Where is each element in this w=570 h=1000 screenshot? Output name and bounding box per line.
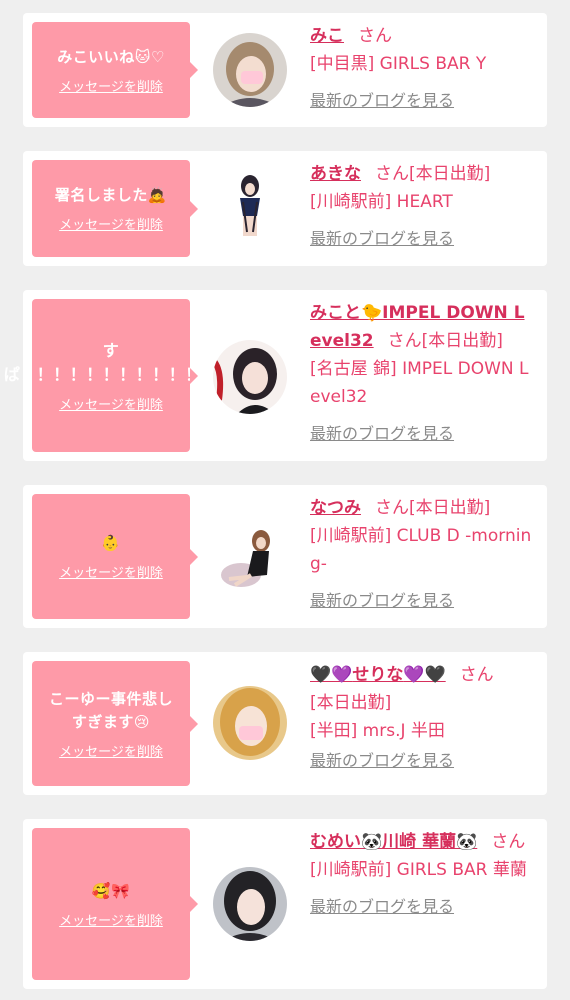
message-text: すぱ！！！！！！！！！！！！ bbox=[3, 340, 219, 384]
cast-name-link[interactable]: なつみ bbox=[310, 498, 361, 518]
message-text: 🥰🎀 bbox=[91, 881, 131, 900]
message-text: こーゆー事件悲しすぎます😢 bbox=[48, 689, 173, 731]
cast-info: なつみ さん[本日出勤] [川崎駅前] CLUB D -morning- 最新のブ… bbox=[310, 494, 533, 615]
avatar[interactable] bbox=[213, 340, 287, 414]
cast-name-link[interactable]: 🖤💜せりな💜🖤 bbox=[310, 665, 446, 685]
san-label: さん bbox=[387, 331, 422, 351]
message-text: みこいいね🐱♡ bbox=[57, 47, 165, 66]
message-text: 👶 bbox=[101, 534, 121, 552]
message-bubble: 🥰🎀 メッセージを削除 bbox=[32, 828, 198, 980]
delete-message-link[interactable]: メッセージを削除 bbox=[59, 910, 163, 929]
shop-name: [名古屋 錦] IMPEL DOWN Level32 bbox=[310, 359, 529, 407]
message-text: 署名しました🙇 bbox=[54, 186, 168, 204]
avatar[interactable] bbox=[213, 33, 287, 107]
attendance-status: [本日出勤] bbox=[421, 331, 503, 351]
delete-message-link[interactable]: メッセージを削除 bbox=[59, 741, 163, 760]
shop-name: [半田] mrs.J 半田 bbox=[310, 721, 445, 741]
message-bubble: 署名しました🙇 メッセージを削除 bbox=[32, 160, 198, 257]
latest-blog-link[interactable]: 最新のブログを見る bbox=[310, 225, 454, 253]
avatar[interactable] bbox=[213, 519, 287, 593]
delete-message-link[interactable]: メッセージを削除 bbox=[59, 214, 163, 233]
message-bubble: 👶 メッセージを削除 bbox=[32, 494, 198, 619]
latest-blog-link[interactable]: 最新のブログを見る bbox=[310, 747, 454, 775]
cast-name-link[interactable]: みこ bbox=[310, 26, 344, 46]
shop-name: [中目黒] GIRLS BAR Y bbox=[310, 54, 487, 74]
cast-info: みこと🐤IMPEL DOWN Level32 さん[本日出勤] [名古屋 錦] I… bbox=[310, 299, 533, 448]
cast-info: 🖤💜せりな💜🖤 さん [本日出勤] [半田] mrs.J 半田 最新のブログを見る bbox=[310, 661, 533, 775]
heart-emoji: 🖤💜 bbox=[310, 665, 353, 685]
attendance-status: [本日出勤] bbox=[409, 498, 491, 518]
message-bubble: すぱ！！！！！！！！！！！！ メッセージを削除 bbox=[4, 299, 218, 452]
message-bubble: こーゆー事件悲しすぎます😢 メッセージを削除 bbox=[32, 661, 198, 786]
san-label: さん bbox=[358, 26, 392, 46]
avatar[interactable] bbox=[213, 867, 287, 941]
message-card: 署名しました🙇 メッセージを削除 あきな さん[本日出勤] [川崎駅前] HEAR… bbox=[23, 151, 547, 266]
delete-message-link[interactable]: メッセージを削除 bbox=[59, 394, 163, 413]
san-label: さん bbox=[459, 665, 494, 685]
latest-blog-link[interactable]: 最新のブログを見る bbox=[310, 420, 454, 448]
attendance-status: [本日出勤] bbox=[409, 164, 491, 184]
san-label: さん bbox=[375, 498, 409, 518]
cast-info: みこ さん [中目黒] GIRLS BAR Y 最新のブログを見る bbox=[310, 22, 533, 115]
cast-name-link[interactable]: むめい🐼川崎 華蘭🐼 bbox=[310, 832, 477, 852]
san-label: さん bbox=[375, 164, 409, 184]
message-bubble: みこいいね🐱♡ メッセージを削除 bbox=[32, 22, 198, 118]
delete-message-link[interactable]: メッセージを削除 bbox=[59, 562, 163, 581]
message-card: こーゆー事件悲しすぎます😢 メッセージを削除 🖤💜せりな💜🖤 さん [本日出勤] … bbox=[23, 652, 547, 795]
avatar[interactable] bbox=[213, 172, 287, 246]
cast-name-text: せりな bbox=[352, 665, 404, 685]
shop-name: [川崎駅前] HEART bbox=[310, 192, 453, 212]
delete-message-link[interactable]: メッセージを削除 bbox=[59, 76, 163, 95]
shop-name: [川崎駅前] CLUB D -morning- bbox=[310, 526, 532, 574]
cast-name-link[interactable]: あきな bbox=[310, 164, 361, 184]
latest-blog-link[interactable]: 最新のブログを見る bbox=[310, 587, 454, 615]
latest-blog-link[interactable]: 最新のブログを見る bbox=[310, 893, 454, 921]
message-card: すぱ！！！！！！！！！！！！ メッセージを削除 みこと🐤IMPEL DOWN L… bbox=[4, 290, 547, 461]
latest-blog-link[interactable]: 最新のブログを見る bbox=[310, 87, 454, 115]
attendance-status: [本日出勤] bbox=[310, 693, 392, 713]
san-label: さん bbox=[491, 832, 526, 852]
shop-name: [川崎駅前] GIRLS BAR 華蘭 bbox=[310, 860, 527, 880]
heart-emoji: 💜🖤 bbox=[403, 665, 446, 685]
cast-info: むめい🐼川崎 華蘭🐼 さん [川崎駅前] GIRLS BAR 華蘭 最新のブログを… bbox=[310, 828, 533, 921]
message-card: 👶 メッセージを削除 なつみ さん[本日出勤] [川崎駅前] CLUB D -mo… bbox=[23, 485, 547, 628]
message-card: みこいいね🐱♡ メッセージを削除 みこ さん [中目黒] GIRLS BAR Y … bbox=[23, 13, 547, 127]
avatar[interactable] bbox=[213, 686, 287, 760]
message-card: 🥰🎀 メッセージを削除 むめい🐼川崎 華蘭🐼 さん [川崎駅前] GIRLS BA… bbox=[23, 819, 547, 989]
cast-info: あきな さん[本日出勤] [川崎駅前] HEART 最新のブログを見る bbox=[310, 160, 533, 253]
